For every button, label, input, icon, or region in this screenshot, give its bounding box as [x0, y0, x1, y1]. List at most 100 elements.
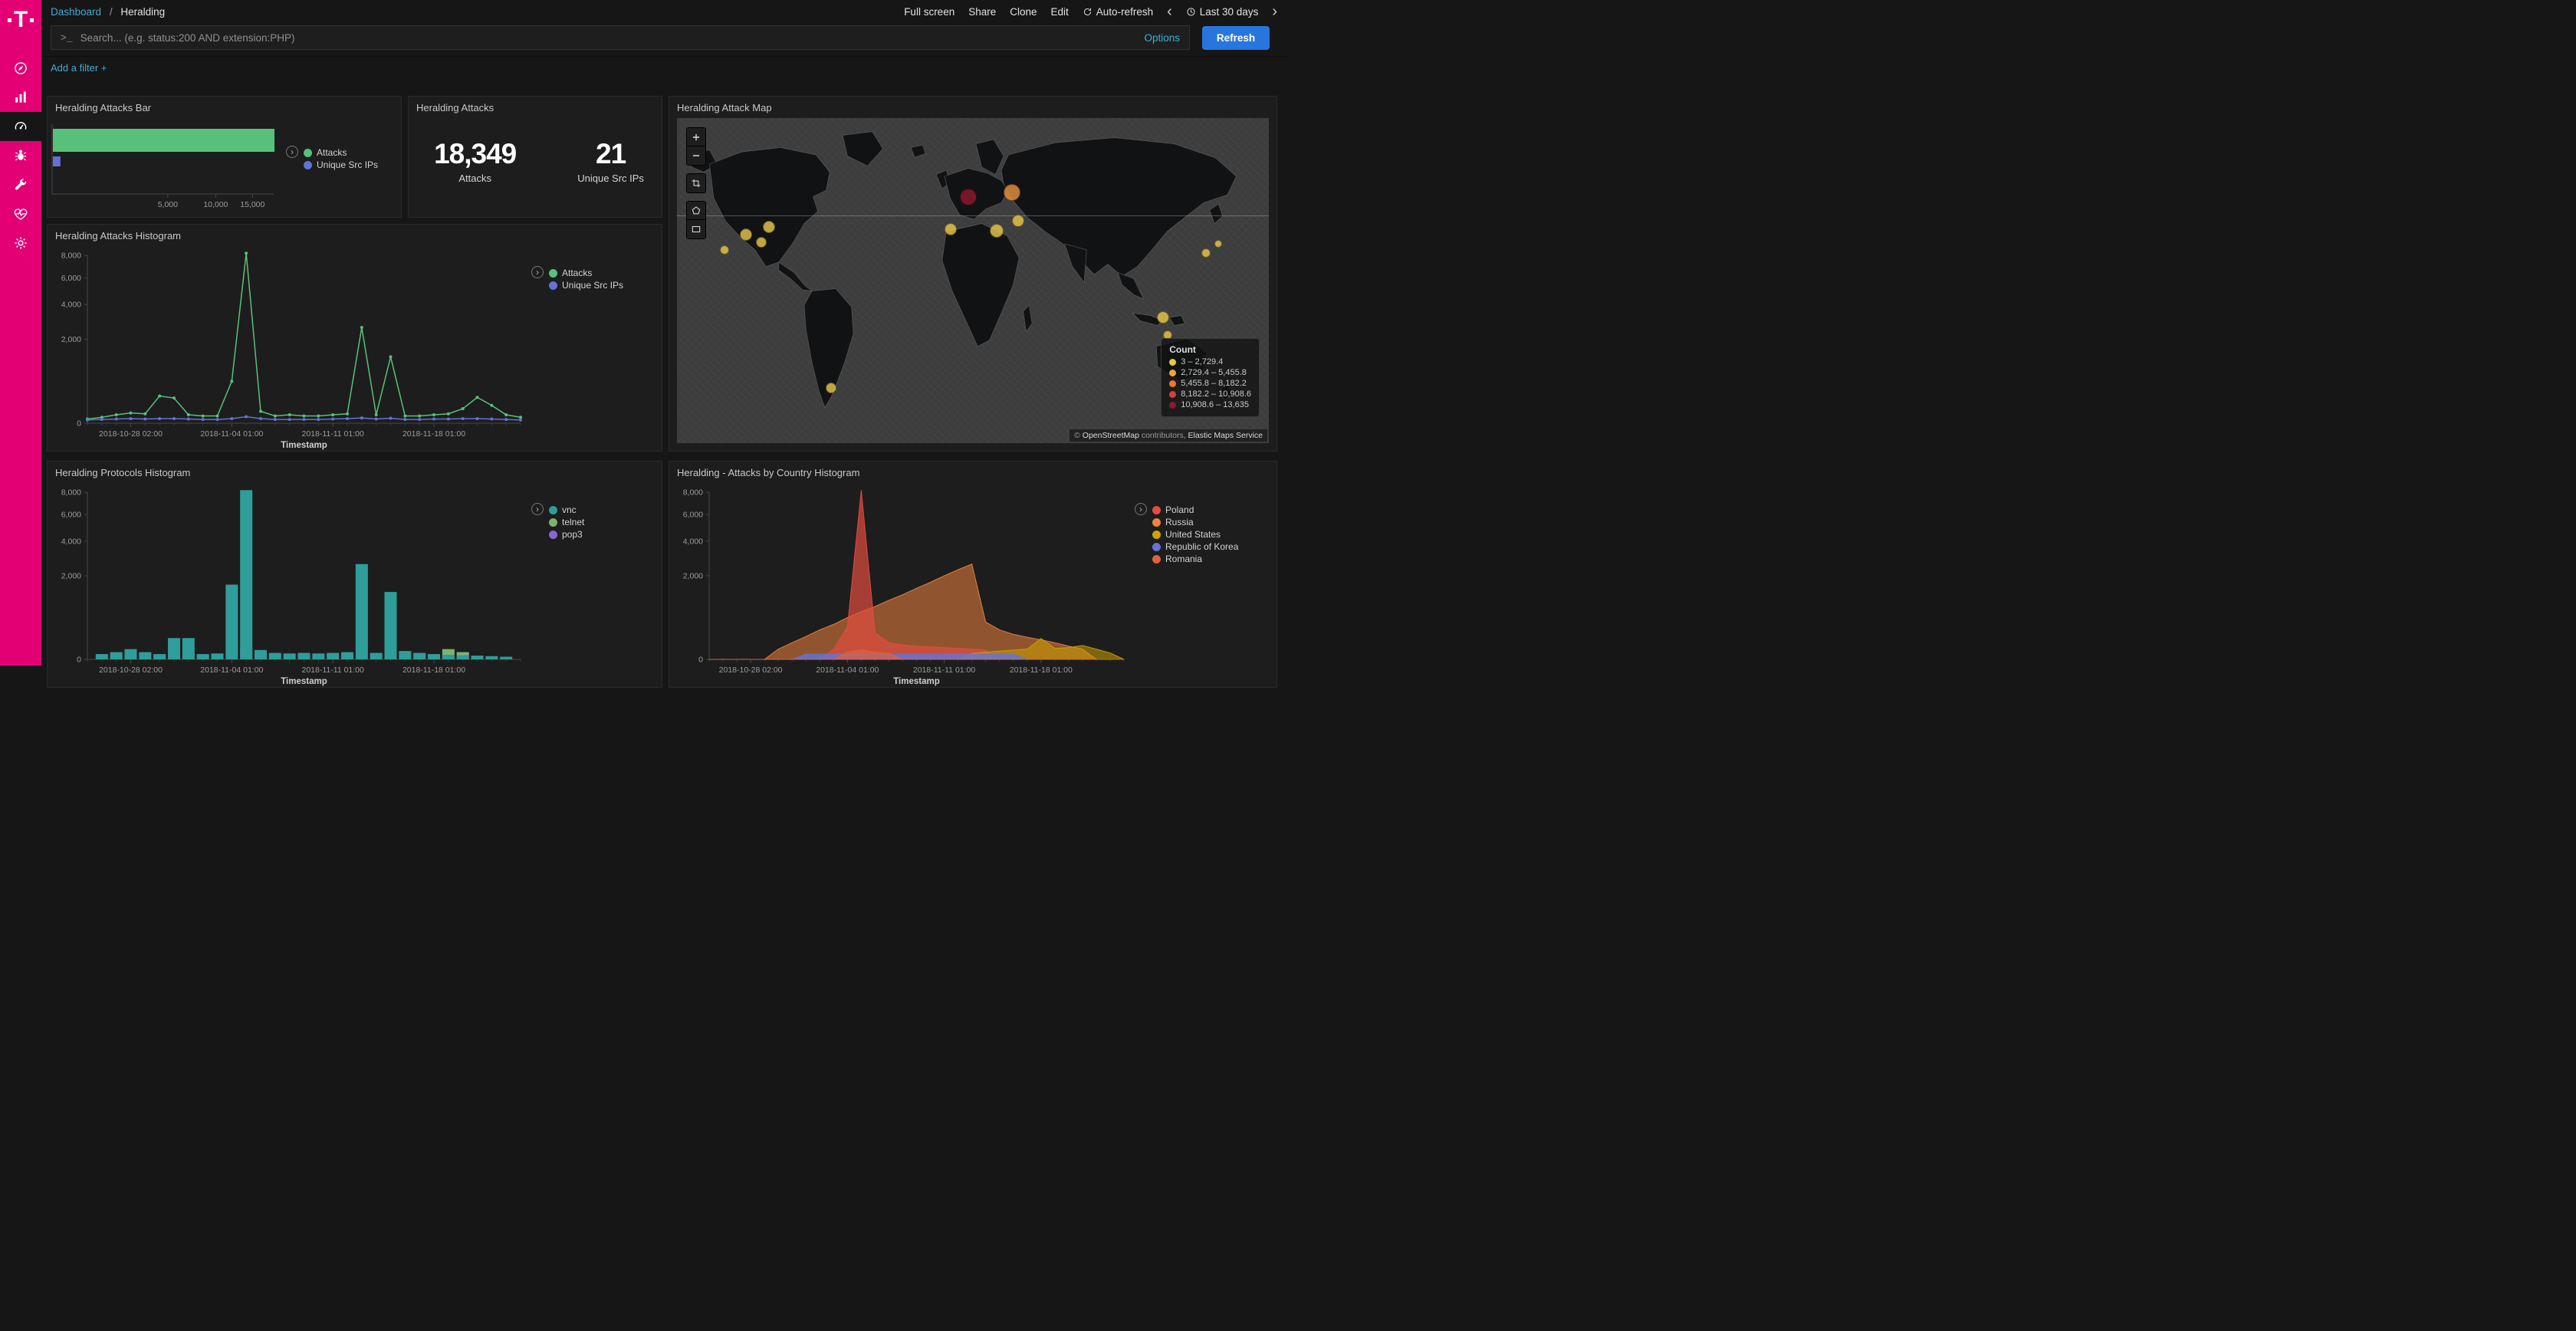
attack-marker[interactable]	[1004, 184, 1020, 201]
gauge-icon[interactable]	[0, 112, 41, 141]
svg-text:6,000: 6,000	[61, 274, 81, 283]
attack-marker[interactable]	[720, 245, 729, 255]
nav-clone[interactable]: Clone	[1010, 6, 1037, 18]
add-filter-link[interactable]: Add a filter +	[51, 62, 107, 74]
svg-text:5,000: 5,000	[158, 200, 178, 209]
nav-right: Full screen Share Clone Edit Auto-refresh ‹…	[904, 4, 1277, 19]
svg-text:2018-10-28 02:00: 2018-10-28 02:00	[719, 666, 783, 675]
attack-marker[interactable]	[1214, 240, 1222, 248]
time-forward-chevron-icon[interactable]: ›	[1272, 4, 1277, 19]
attacks-bar-chart[interactable]: 5,00010,00015,000	[48, 118, 286, 217]
ems-link[interactable]: Elastic Maps Service	[1188, 431, 1263, 440]
svg-text:4,000: 4,000	[61, 537, 81, 546]
search-box: >_ Options	[51, 25, 1190, 50]
panel-attack-map: Heralding Attack Map	[669, 96, 1277, 452]
legend-item[interactable]: Unique Src IPs	[304, 159, 378, 170]
attack-marker[interactable]	[990, 224, 1004, 238]
legend-item[interactable]: United States	[1152, 529, 1238, 540]
svg-text:0: 0	[698, 656, 703, 665]
nav-share[interactable]: Share	[968, 6, 996, 18]
attack-marker[interactable]	[1157, 311, 1169, 324]
nav-edit[interactable]: Edit	[1051, 6, 1069, 18]
attack-marker[interactable]	[1201, 248, 1211, 258]
legend-item[interactable]: Unique Src IPs	[549, 280, 623, 291]
map-count-legend: Count 3 – 2,729.42,729.4 – 5,455.85,455.…	[1161, 338, 1260, 417]
panel-title: Heralding Attacks Bar	[48, 97, 401, 117]
legend-item[interactable]: Poland	[1152, 504, 1238, 515]
legend-item[interactable]: Attacks	[549, 268, 623, 278]
breadcrumb: Dashboard / Heralding	[51, 6, 165, 18]
svg-text:6,000: 6,000	[61, 511, 81, 520]
legend-toggle-icon[interactable]: ›	[1135, 503, 1147, 515]
map-attribution: © OpenStreetMap contributors, Elastic Ma…	[1070, 429, 1267, 442]
panel-title: Heralding Attacks Histogram	[48, 225, 662, 245]
legend-item[interactable]: vnc	[549, 504, 584, 515]
legend-item[interactable]: Romania	[1152, 554, 1238, 564]
options-link[interactable]: Options	[1144, 32, 1180, 44]
filter-bar: Add a filter +	[41, 57, 1288, 75]
chart-legend: › AttacksUnique Src IPs	[286, 118, 401, 217]
attack-marker[interactable]	[945, 223, 957, 235]
sidebar-nav	[0, 54, 41, 258]
query-bar: >_ Options Refresh	[41, 23, 1288, 57]
attack-marker[interactable]	[960, 189, 977, 205]
panel-attacks-bar: Heralding Attacks Bar 5,00010,00015,000 …	[47, 96, 402, 218]
attack-marker[interactable]	[763, 221, 775, 233]
country-histogram-chart[interactable]: 02,0004,0006,0008,0002018-10-28 02:00201…	[669, 483, 1135, 687]
legend-item[interactable]: Attacks	[304, 147, 378, 158]
panel-title: Heralding - Attacks by Country Histogram	[669, 462, 1276, 481]
osm-link[interactable]: OpenStreetMap	[1083, 431, 1139, 440]
legend-item[interactable]: Russia	[1152, 517, 1238, 527]
time-back-chevron-icon[interactable]: ‹	[1167, 4, 1172, 19]
map-legend-rows: 3 – 2,729.42,729.4 – 5,455.85,455.8 – 8,…	[1169, 357, 1251, 409]
panel-attacks-metric: Heralding Attacks 18,349 Attacks 21 Uniq…	[408, 96, 662, 218]
legend-item[interactable]: pop3	[549, 529, 584, 540]
legend-item[interactable]: telnet	[549, 517, 584, 527]
panel-title: Heralding Protocols Histogram	[48, 462, 662, 481]
plus-icon[interactable]	[687, 128, 705, 146]
refresh-button[interactable]: Refresh	[1202, 26, 1270, 50]
svg-text:8,000: 8,000	[61, 488, 81, 498]
query-prompt-icon: >_	[61, 32, 73, 44]
telekom-logo[interactable]: T	[0, 0, 41, 40]
time-range-picker[interactable]: Last 30 days	[1186, 6, 1259, 18]
svg-text:8,000: 8,000	[683, 488, 703, 498]
attack-map[interactable]: Count 3 – 2,729.42,729.4 – 5,455.85,455.…	[677, 118, 1269, 443]
time-range-label: Last 30 days	[1200, 6, 1259, 18]
metric-label: Attacks	[434, 173, 516, 184]
legend-toggle-icon[interactable]: ›	[286, 146, 298, 158]
svg-text:Timestamp: Timestamp	[281, 441, 327, 450]
attacks-histogram-chart[interactable]: 02,0004,0006,0008,0002018-10-28 02:00201…	[48, 246, 531, 451]
svg-text:2018-11-11 01:00: 2018-11-11 01:00	[913, 666, 976, 675]
crop-icon[interactable]	[687, 174, 705, 192]
polygon-icon[interactable]	[687, 202, 705, 220]
heartbeat-icon[interactable]	[0, 199, 41, 228]
legend-toggle-icon[interactable]: ›	[531, 503, 544, 515]
gear-icon[interactable]	[0, 228, 41, 258]
attack-marker[interactable]	[826, 383, 836, 393]
minus-icon[interactable]	[687, 146, 705, 165]
compass-icon[interactable]	[0, 54, 41, 83]
map-controls	[686, 127, 706, 239]
bar-chart-icon[interactable]	[0, 83, 41, 112]
chart-legend: › Attacks Unique Src IPs	[531, 246, 662, 451]
rect-icon[interactable]	[687, 220, 705, 238]
attribution-text: contributors,	[1139, 431, 1188, 440]
bug-icon[interactable]	[0, 141, 41, 170]
search-input[interactable]	[80, 32, 1137, 44]
protocols-histogram-chart[interactable]: 02,0004,0006,0008,0002018-10-28 02:00201…	[48, 483, 531, 687]
attack-marker[interactable]	[740, 228, 752, 241]
legend-item[interactable]: Republic of Korea	[1152, 541, 1238, 552]
wrench-icon[interactable]	[0, 170, 41, 199]
nav-full-screen[interactable]: Full screen	[904, 6, 955, 18]
attack-marker[interactable]	[756, 237, 767, 248]
svg-text:0: 0	[77, 419, 81, 429]
breadcrumb-dashboard-link[interactable]: Dashboard	[51, 6, 101, 18]
svg-text:2018-11-04 01:00: 2018-11-04 01:00	[200, 429, 263, 439]
legend-toggle-icon[interactable]: ›	[531, 266, 544, 278]
attack-marker[interactable]	[1012, 215, 1024, 227]
panel-title: Heralding Attacks	[409, 97, 662, 117]
map-legend-row: 10,908.6 – 13,635	[1169, 400, 1251, 409]
auto-refresh-button[interactable]: Auto-refresh	[1083, 6, 1153, 18]
map-legend-row: 2,729.4 – 5,455.8	[1169, 368, 1251, 377]
